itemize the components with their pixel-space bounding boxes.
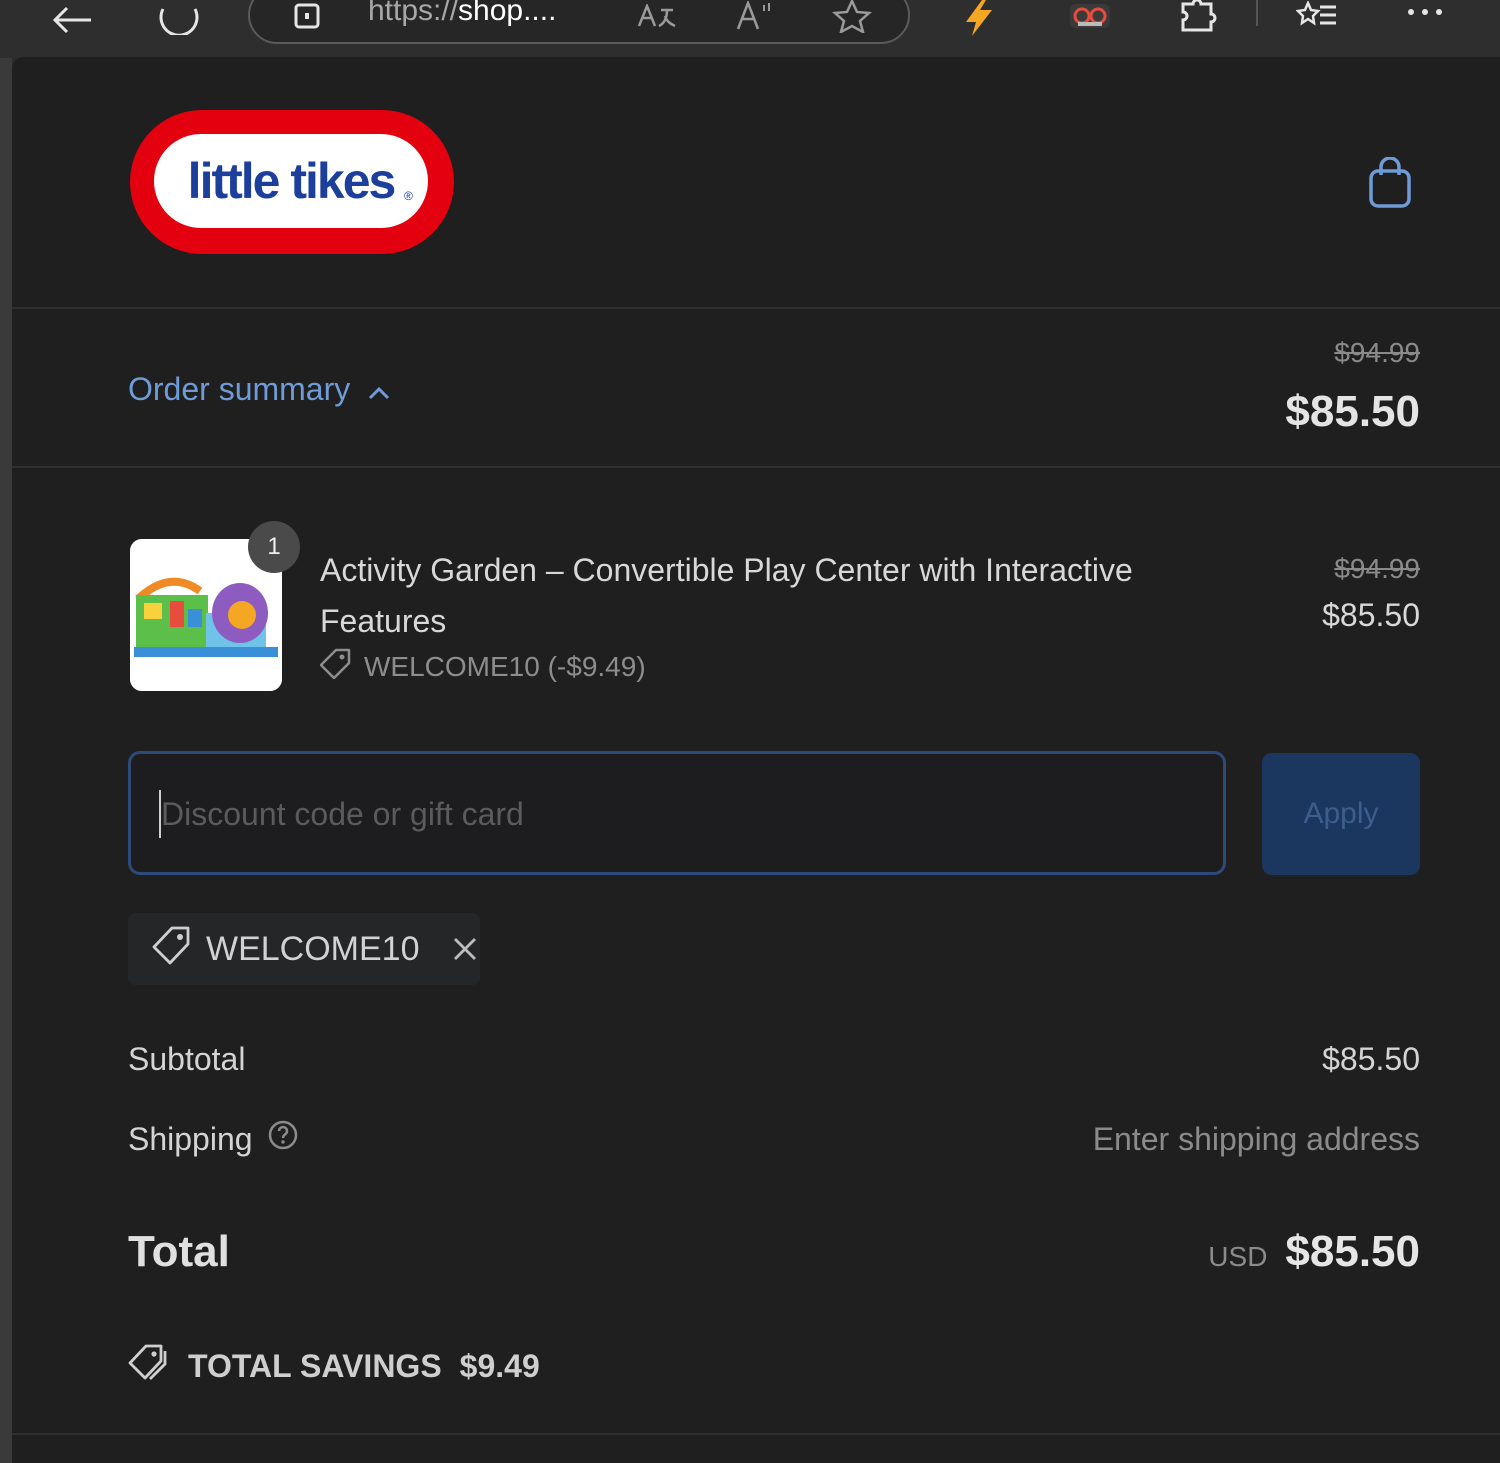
total-savings-value: $9.49 xyxy=(459,1347,540,1384)
product-title: Activity Garden – Convertible Play Cente… xyxy=(320,552,1133,639)
url-text: https://shop.... xyxy=(368,0,557,27)
total-label: Total xyxy=(128,1227,230,1276)
shipping-row: Shipping Enter shipping address xyxy=(128,1119,1420,1159)
shopping-bag-icon[interactable] xyxy=(1368,156,1412,214)
extension-glasses-icon[interactable] xyxy=(1066,0,1114,32)
order-summary-label: Order summary xyxy=(128,371,351,407)
line-item: 1 Activity Garden – Convertible Play Cen… xyxy=(130,521,1420,699)
total-value: $85.50 xyxy=(1285,1227,1420,1276)
window-edge xyxy=(0,58,12,1463)
read-aloud-icon[interactable] xyxy=(734,0,778,32)
text-caret xyxy=(159,790,161,838)
quantity-badge: 1 xyxy=(248,521,300,573)
summary-original-price: $94.99 xyxy=(1334,337,1420,368)
address-bar[interactable]: https://shop.... xyxy=(248,0,910,44)
tag-icon xyxy=(319,647,352,686)
discount-field-wrapper xyxy=(128,751,1226,875)
item-discount: WELCOME10 (-$9.49) xyxy=(319,647,646,686)
shipping-label-group: Shipping xyxy=(128,1119,299,1159)
currency-code: USD xyxy=(1208,1241,1268,1272)
svg-text:little tikes: little tikes xyxy=(188,153,395,209)
refresh-icon[interactable] xyxy=(156,0,202,40)
apply-button[interactable]: Apply xyxy=(1262,753,1420,875)
toolbar-separator xyxy=(1256,0,1258,26)
favorites-list-icon[interactable] xyxy=(1294,0,1342,32)
brand-logo[interactable]: little tikes ® xyxy=(128,108,456,261)
more-icon[interactable] xyxy=(1400,0,1450,24)
applied-discount-chip: WELCOME10 xyxy=(128,913,480,985)
item-price: $85.50 xyxy=(1322,597,1420,633)
order-summary-bar: Order summary $94.99 $85.50 xyxy=(12,309,1500,468)
total-row: Total USD $85.50 xyxy=(128,1227,1420,1277)
order-summary-toggle[interactable]: Order summary xyxy=(128,371,390,408)
total-value-group: USD $85.50 xyxy=(1208,1227,1420,1277)
translate-icon[interactable] xyxy=(634,2,678,32)
total-savings-label: TOTAL SAVINGS xyxy=(188,1347,442,1384)
tag-icon xyxy=(152,925,192,974)
applied-code-label: WELCOME10 xyxy=(206,929,420,968)
extension-bolt-icon[interactable] xyxy=(956,0,1000,36)
item-discount-label: WELCOME10 (-$9.49) xyxy=(364,650,646,682)
site-info-icon[interactable] xyxy=(292,2,322,32)
chevron-up-icon xyxy=(368,371,390,408)
help-circle-icon[interactable] xyxy=(267,1119,299,1159)
site-header: little tikes ® xyxy=(12,57,1500,309)
svg-text:®: ® xyxy=(404,189,413,203)
shipping-value: Enter shipping address xyxy=(1092,1120,1420,1157)
tag-icon xyxy=(128,1343,170,1389)
favorite-star-icon[interactable] xyxy=(830,0,874,33)
discount-code-input[interactable] xyxy=(159,784,1163,844)
subtotal-row: Subtotal $85.50 xyxy=(128,1041,1420,1078)
subtotal-value: $85.50 xyxy=(1322,1041,1420,1077)
checkout-page: little tikes ® Order summary $94.99 $85.… xyxy=(12,57,1500,1463)
extensions-puzzle-icon[interactable] xyxy=(1174,0,1220,32)
divider xyxy=(12,1433,1500,1435)
subtotal-label: Subtotal xyxy=(128,1041,246,1077)
summary-price: $85.50 xyxy=(1285,387,1420,436)
remove-code-close-icon[interactable] xyxy=(452,936,478,962)
total-savings: TOTAL SAVINGS $9.49 xyxy=(128,1343,540,1389)
back-icon[interactable] xyxy=(50,0,94,40)
shipping-label: Shipping xyxy=(128,1120,253,1157)
item-original-price: $94.99 xyxy=(1334,553,1420,584)
browser-toolbar: https://shop.... xyxy=(0,0,1500,58)
